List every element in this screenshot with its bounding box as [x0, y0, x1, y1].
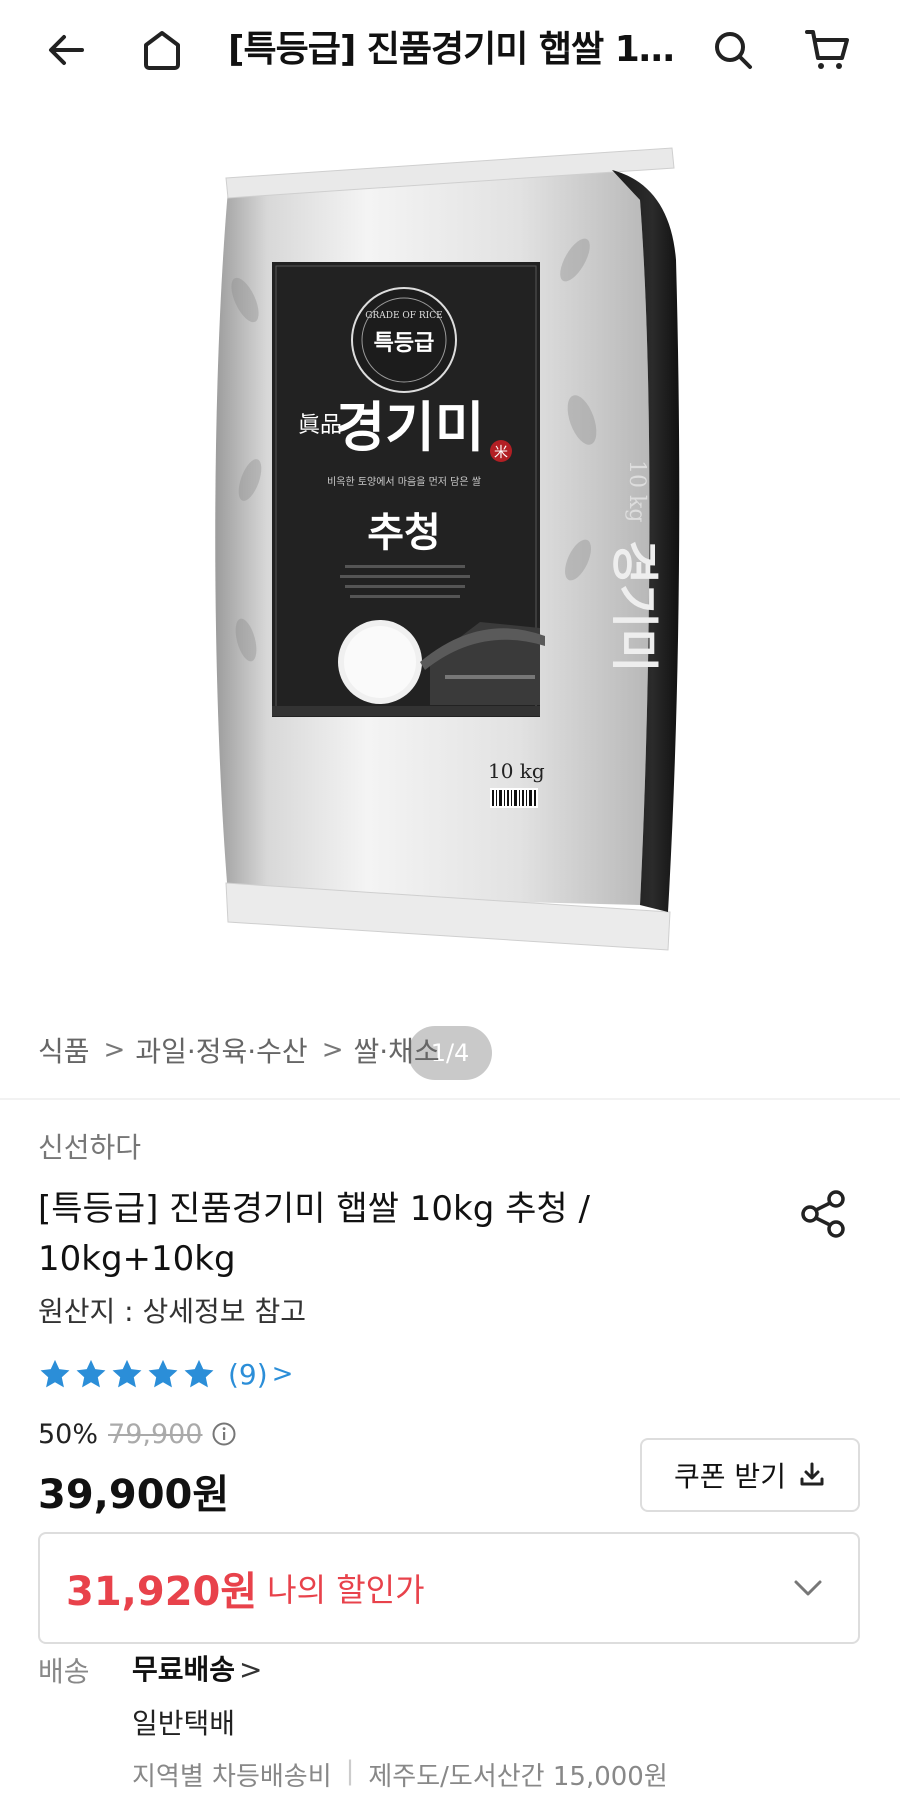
download-icon [800, 1462, 824, 1486]
shipping-label: 배송 [38, 1655, 90, 1688]
rating-row[interactable]: (9) > [38, 1352, 293, 1396]
share-button[interactable] [796, 1186, 852, 1242]
star-icon [112, 1359, 142, 1388]
original-price: 79,900 [108, 1418, 203, 1450]
product-title-line1: [특등급] 진품경기미 햅쌀 10kg 추청 / [38, 1189, 590, 1229]
star-icon [40, 1359, 70, 1388]
top-app-bar: [특등급] 진품경기미 햅쌀 10kg 추청 / 10kg+10kg [0, 0, 900, 100]
star-icon [76, 1359, 106, 1388]
shipping-fee[interactable]: 무료배송 > [132, 1648, 263, 1688]
section-divider [0, 1098, 900, 1100]
breadcrumb-item-fresh[interactable]: 과일·정육·수산 [135, 1030, 307, 1070]
cart-button[interactable] [797, 20, 857, 80]
shipping-extra-islands: 제주도/도서산간 15,000원 [368, 1762, 668, 1792]
variety-text: 추청 [367, 509, 441, 556]
breadcrumb: 식품 > 과일·정육·수산 > 쌀·채소 [38, 1028, 440, 1072]
review-count[interactable]: (9) [228, 1358, 268, 1391]
chevron-right-icon: > [321, 1035, 344, 1065]
separator: | [345, 1756, 355, 1786]
back-button[interactable] [36, 20, 96, 80]
sale-price: 39,900원 [38, 1472, 230, 1518]
share-icon [801, 1190, 845, 1238]
badge-ring-text: GRADE OF RICE [365, 311, 442, 321]
home-button[interactable] [132, 20, 192, 80]
my-discount-price: 31,920원 [66, 1569, 258, 1615]
search-button[interactable] [703, 20, 763, 80]
home-icon [144, 31, 180, 70]
info-icon[interactable] [211, 1421, 237, 1447]
seller-name[interactable]: 신선하다 [38, 1126, 141, 1166]
product-image-carousel[interactable]: GRADE OF RICE 특등급 眞品 경기미 米 비옥한 토양에서 마음을 … [0, 100, 900, 1080]
product-title-line2: 10kg+10kg [38, 1239, 236, 1279]
badge-text: 특등급 [374, 331, 435, 356]
arrow-left-icon [49, 35, 84, 65]
cart-icon [805, 30, 849, 69]
shipping-fee-text: 무료배송 [132, 1653, 236, 1686]
header-title: [특등급] 진품경기미 햅쌀 10kg 추청 / 10kg+10kg [228, 29, 678, 70]
chevron-right-icon: > [103, 1035, 126, 1065]
origin-info: 원산지 : 상세정보 참고 [38, 1295, 306, 1328]
star-icon [148, 1359, 178, 1388]
side-brand: 경기미 [606, 540, 662, 672]
discount-row: 50% 79,900 [38, 1414, 237, 1454]
shipping-extra: 지역별 차등배송비 | 제주도/도서산간 15,000원 [132, 1756, 668, 1793]
product-title: [특등급] 진품경기미 햅쌀 10kg 추청 / 10kg+10kg [38, 1184, 678, 1284]
chevron-down-icon [794, 1580, 822, 1596]
coupon-label: 쿠폰 받기 [674, 1460, 786, 1493]
breadcrumb-item-food[interactable]: 식품 [38, 1030, 90, 1070]
coupon-button[interactable]: 쿠폰 받기 [640, 1438, 860, 1512]
shipping-extra-regional: 지역별 차등배송비 [132, 1762, 332, 1792]
rice-mark: 米 [494, 445, 508, 461]
bag-weight: 10 kg [488, 759, 545, 783]
product-image: GRADE OF RICE 특등급 眞品 경기미 米 비옥한 토양에서 마음을 … [215, 147, 680, 951]
star-rating [38, 1357, 216, 1391]
breadcrumb-item-rice[interactable]: 쌀·채소 [354, 1030, 440, 1070]
star-icon [184, 1359, 214, 1388]
chevron-right-icon: > [239, 1653, 263, 1686]
search-icon [715, 32, 752, 69]
my-discount-price-box[interactable]: 31,920원 나의 할인가 [38, 1532, 860, 1644]
shipping-type: 일반택배 [132, 1707, 236, 1740]
side-weight: 10 kg [624, 460, 649, 522]
discount-rate: 50% [38, 1418, 99, 1450]
my-discount-label: 나의 할인가 [267, 1571, 425, 1609]
barcode [490, 788, 538, 808]
brand-text: 경기미 [335, 395, 484, 459]
chevron-right-icon: > [271, 1359, 294, 1389]
bag-tagline: 비옥한 토양에서 마음을 먼저 담은 쌀 [327, 476, 481, 488]
